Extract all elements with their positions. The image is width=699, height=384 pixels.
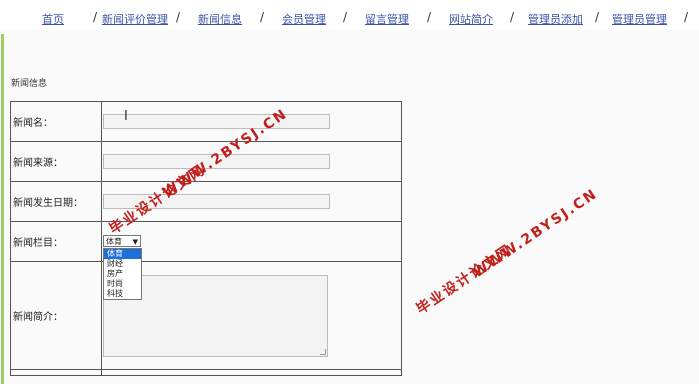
category-option[interactable]: 财经	[104, 259, 141, 269]
nav-messages[interactable]: 留言管理	[365, 11, 409, 27]
category-option[interactable]: 房产	[104, 269, 141, 279]
nav-admin-add[interactable]: 管理员添加	[528, 11, 583, 27]
field-cell-source	[101, 141, 402, 182]
label-news-source: 新闻来源：	[10, 141, 102, 182]
form-row-cut	[101, 369, 402, 376]
label-news-intro: 新闻简介：	[10, 261, 102, 370]
label-news-category: 新闻栏目：	[10, 221, 102, 262]
nav-news-info[interactable]: 新闻信息	[198, 11, 242, 27]
category-selected-value: 体育	[106, 237, 122, 246]
nav-separator: /	[176, 10, 181, 24]
label-news-name: 新闻名：	[10, 101, 102, 142]
nav-separator: /	[427, 10, 432, 24]
category-select[interactable]: 体育 ▼	[103, 235, 141, 247]
nav-separator: /	[93, 10, 98, 24]
label-news-date: 新闻发生日期：	[10, 181, 102, 222]
left-accent-bar	[1, 34, 4, 384]
news-form: 新闻名： 新闻来源： 新闻发生日期： 新闻栏目： 体育 ▼ 体育 财经 房产 时…	[10, 101, 402, 376]
dropdown-arrow-icon: ▼	[132, 238, 138, 246]
nav-admin-manage[interactable]: 管理员管理	[612, 11, 667, 27]
category-option[interactable]: 体育	[104, 249, 141, 259]
nav-separator: /	[684, 10, 689, 24]
nav-separator: /	[595, 10, 600, 24]
category-dropdown-list: 体育 财经 房产 时尚 科技	[103, 248, 142, 300]
nav-separator: /	[260, 10, 265, 24]
field-cell-intro	[101, 261, 402, 370]
field-cell-category: 体育 ▼ 体育 财经 房产 时尚 科技	[101, 221, 402, 300]
form-row-cut	[10, 369, 102, 376]
news-name-input[interactable]	[103, 114, 330, 129]
nav-members[interactable]: 会员管理	[282, 11, 326, 27]
watermark-site: WWW.2BYSJ.CN	[470, 185, 601, 282]
nav-news-review[interactable]: 新闻评价管理	[102, 11, 168, 27]
category-option[interactable]: 时尚	[104, 279, 141, 289]
top-nav: 首页 / 新闻评价管理 / 新闻信息 / 会员管理 / 留言管理 / 网站简介 …	[0, 0, 699, 30]
section-title: 新闻信息	[11, 79, 48, 89]
nav-home[interactable]: 首页	[42, 11, 64, 27]
nav-separator: /	[510, 10, 515, 24]
category-option[interactable]: 科技	[104, 289, 141, 299]
nav-site-intro[interactable]: 网站简介	[449, 11, 493, 27]
nav-separator: /	[343, 10, 348, 24]
resize-grip-icon[interactable]	[320, 348, 326, 355]
text-cursor-icon: I	[124, 109, 128, 124]
